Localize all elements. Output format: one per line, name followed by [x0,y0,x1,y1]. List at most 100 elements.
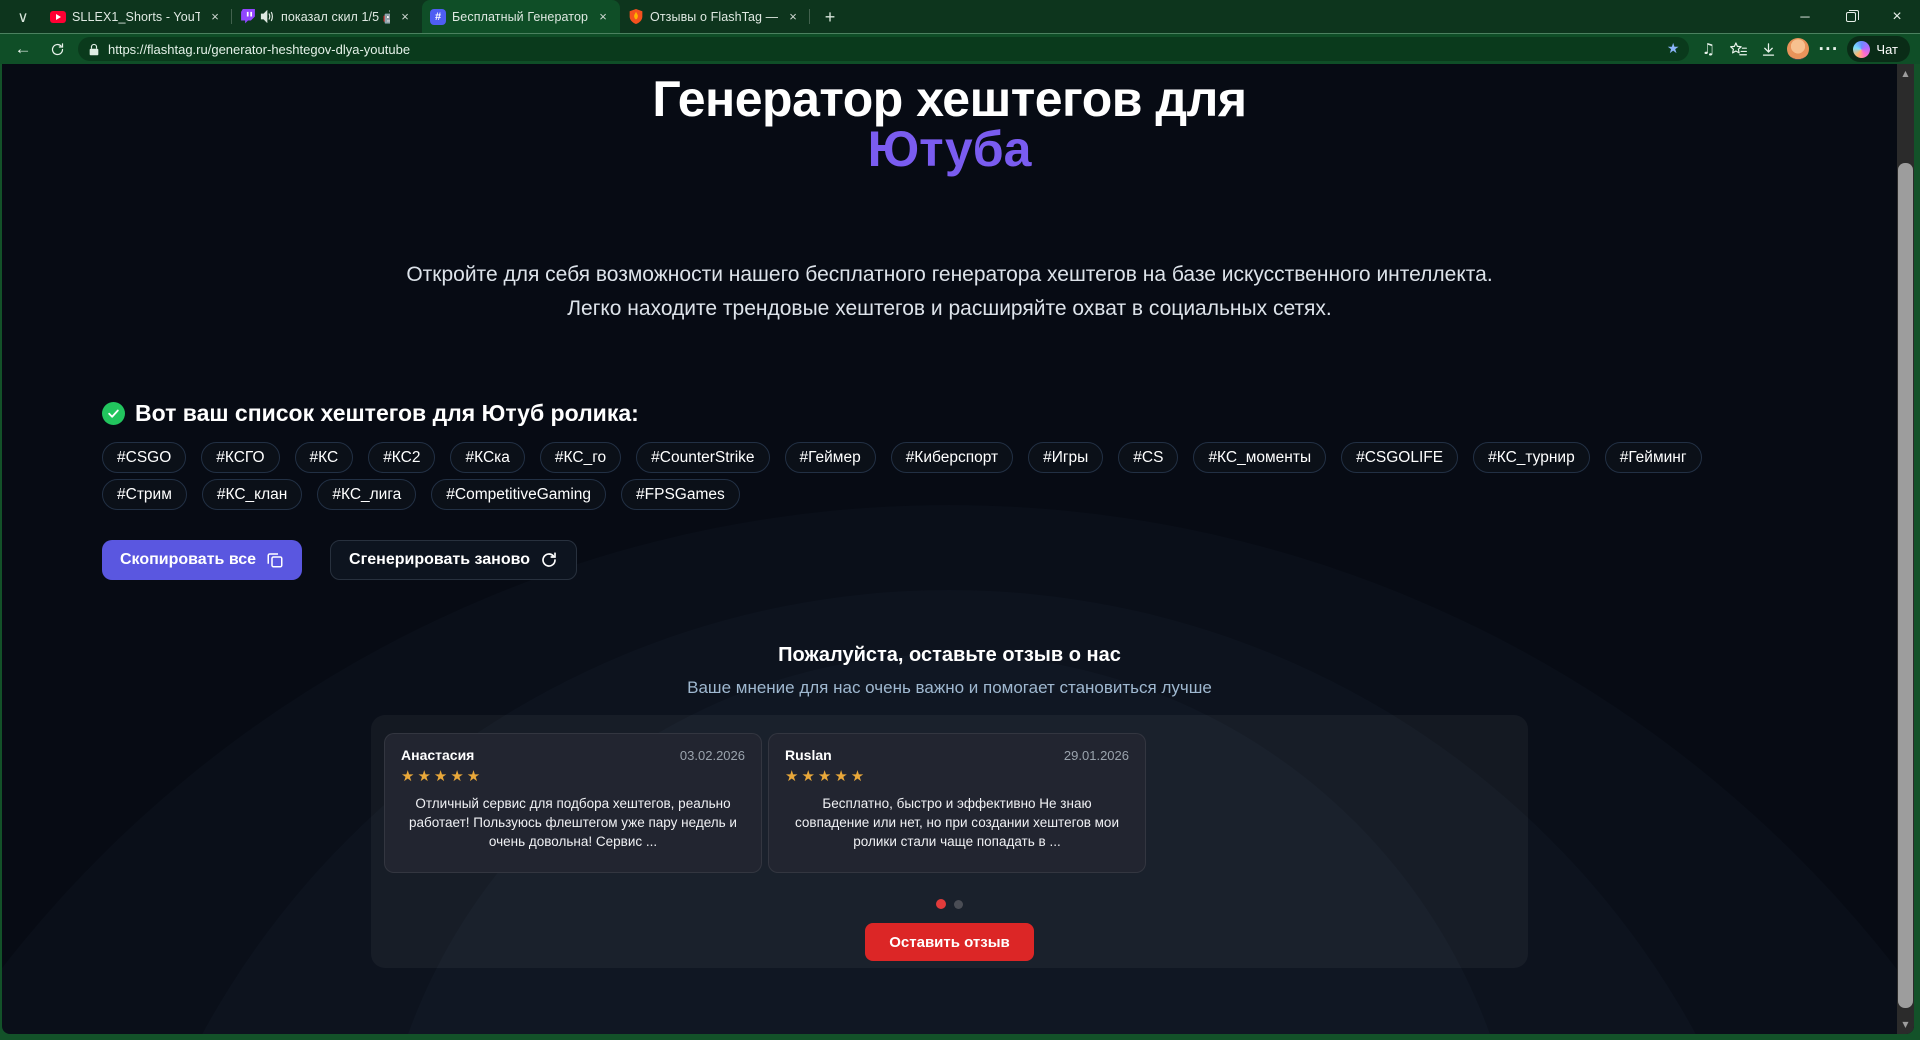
review-text: Отличный сервис для подбора хештегов, ре… [401,794,745,851]
hashtag-list: #CSGO #КСГО #КС #КС2 #КСка #КС_го #Count… [102,442,1797,510]
hashtag-chip[interactable]: #КС_моменты [1193,442,1326,473]
hashtag-chip[interactable]: #КС_клан [202,479,302,510]
shield-favicon-icon [628,9,644,25]
carousel-dot-active[interactable] [936,899,946,909]
minimize-button[interactable]: ─ [1782,0,1828,33]
reviews-panel: Анастасия 03.02.2026 ★★★★★ Отличный серв… [371,715,1528,968]
hashtag-chip[interactable]: #КС_го [540,442,621,473]
profile-avatar[interactable] [1787,38,1809,60]
tab-title: показал скил 1/5 🤖😍 - Twi [281,9,390,25]
page-scrollbar[interactable]: ▲ ▼ [1897,64,1914,1034]
leave-review-button[interactable]: Оставить отзыв [865,923,1034,961]
hashtag-chip[interactable]: #CSGO [102,442,186,473]
review-card-header: Анастасия 03.02.2026 [401,747,745,763]
hashtag-chip[interactable]: #КСГО [201,442,279,473]
hashtag-chip[interactable]: #Геймер [785,442,876,473]
copilot-chat-button[interactable]: Чат [1847,36,1910,62]
hashtag-chip[interactable]: #Стрим [102,479,187,510]
tab-title: Отзывы о FlashTag — рейтинг | S [650,10,778,24]
review-card: Анастасия 03.02.2026 ★★★★★ Отличный серв… [384,733,762,873]
carousel-dots [384,899,1515,909]
webpage: Генератор хештегов для Ютуба Откройте дл… [2,64,1897,1034]
hashtag-chip[interactable]: #Гейминг [1605,442,1702,473]
review-date: 03.02.2026 [680,748,745,763]
copilot-icon [1853,41,1870,58]
review-card: Ruslan 29.01.2026 ★★★★★ Бесплатно, быстр… [768,733,1146,873]
star-rating: ★★★★★ [401,767,745,785]
refresh-button[interactable] [44,37,70,61]
back-button[interactable]: ← [10,37,36,61]
tab-hashtag-generator[interactable]: # Бесплатный Генератор Хештегов × [422,0,620,33]
close-window-button[interactable]: × [1874,0,1920,33]
hashtag-chip[interactable]: #КС_турнир [1473,442,1590,473]
check-icon [102,402,125,425]
tab-close-button[interactable]: × [784,8,802,26]
regenerate-button[interactable]: Сгенерировать заново [330,540,577,580]
review-text: Бесплатно, быстро и эффективно Не знаю с… [785,794,1129,851]
results-heading: Вот ваш список хештегов для Ютуб ролика: [102,400,1797,427]
browser-viewport: Генератор хештегов для Ютуба Откройте дл… [2,64,1914,1034]
favorite-star-icon[interactable]: ★ [1667,41,1680,57]
media-controls-icon[interactable]: ♫ [1697,38,1719,60]
copy-icon [266,551,284,569]
url-text[interactable]: https://flashtag.ru/generator-heshtegov-… [108,42,1659,57]
copy-all-label: Скопировать все [120,551,256,569]
tab-flashtag-reviews[interactable]: Отзывы о FlashTag — рейтинг | S × [620,0,810,33]
hashtag-chip[interactable]: #КСка [450,442,524,473]
hashtag-chip[interactable]: #Киберспорт [891,442,1013,473]
tab-separator [809,9,810,24]
reviewer-name: Анастасия [401,747,474,763]
restore-icon [1846,12,1856,22]
tab-title: Бесплатный Генератор Хештегов [452,10,588,24]
downloads-icon[interactable] [1757,38,1779,60]
hashtag-chip[interactable]: #КС2 [368,442,435,473]
settings-more-icon[interactable]: ··· [1817,38,1839,60]
hashtag-favicon-icon: # [430,9,446,25]
window-controls: ─ × [1782,0,1920,33]
new-tab-button[interactable]: + [816,4,844,30]
youtube-favicon-icon [50,9,66,25]
carousel-dot[interactable] [954,900,963,909]
tab-strip: ∨ SLLEX1_Shorts - YouTube × показал скил… [0,0,1920,33]
browser-toolbar: ← https://flashtag.ru/generator-heshtego… [0,33,1920,64]
hashtag-chip[interactable]: #CS [1118,442,1178,473]
copy-all-button[interactable]: Скопировать все [102,540,302,580]
star-rating: ★★★★★ [785,767,1129,785]
tab-twitch[interactable]: показал скил 1/5 🤖😍 - Twi × [232,0,422,33]
restore-button[interactable] [1828,0,1874,33]
scroll-up-arrow[interactable]: ▲ [1897,65,1914,82]
hashtag-chip[interactable]: #Игры [1028,442,1103,473]
regenerate-label: Сгенерировать заново [349,551,530,569]
copilot-label: Чат [1876,42,1898,57]
tab-close-button[interactable]: × [206,8,224,26]
collections-icon[interactable] [1727,38,1749,60]
actions-row: Скопировать все Сгенерировать заново [102,540,1797,580]
tab-audio-icon[interactable] [260,10,275,23]
scrollbar-thumb[interactable] [1898,163,1913,1008]
reviewer-name: Ruslan [785,747,832,763]
tab-close-button[interactable]: × [594,8,612,26]
description-line1: Откройте для себя возможности нашего бес… [2,258,1897,292]
address-bar[interactable]: https://flashtag.ru/generator-heshtegov-… [78,37,1689,61]
refresh-icon [540,551,558,569]
hashtag-chip[interactable]: #FPSGames [621,479,740,510]
page-description: Откройте для себя возможности нашего бес… [2,258,1897,326]
lock-icon [88,43,100,56]
tab-youtube[interactable]: SLLEX1_Shorts - YouTube × [42,0,232,33]
review-date: 29.01.2026 [1064,748,1129,763]
tab-close-button[interactable]: × [396,8,414,26]
reviews-subheading: Ваше мнение для нас очень важно и помога… [580,675,1320,700]
hashtag-chip[interactable]: #CompetitiveGaming [431,479,606,510]
hashtag-chip[interactable]: #CounterStrike [636,442,769,473]
hashtag-chip[interactable]: #КС_лига [317,479,416,510]
twitch-favicon-icon [240,9,256,25]
tab-search-button[interactable]: ∨ [8,4,38,30]
scroll-down-arrow[interactable]: ▼ [1897,1016,1914,1033]
description-line2: Легко находите трендовые хештегов и расш… [2,292,1897,326]
results-section: Вот ваш список хештегов для Ютуб ролика:… [102,400,1797,580]
hashtag-chip[interactable]: #CSGOLIFE [1341,442,1458,473]
page-title-line1: Генератор хештегов для [2,74,1897,124]
hashtag-chip[interactable]: #КС [295,442,354,473]
cta-row: Оставить отзыв [384,923,1515,961]
reviews-heading: Пожалуйста, оставьте отзыв о нас [2,644,1897,667]
